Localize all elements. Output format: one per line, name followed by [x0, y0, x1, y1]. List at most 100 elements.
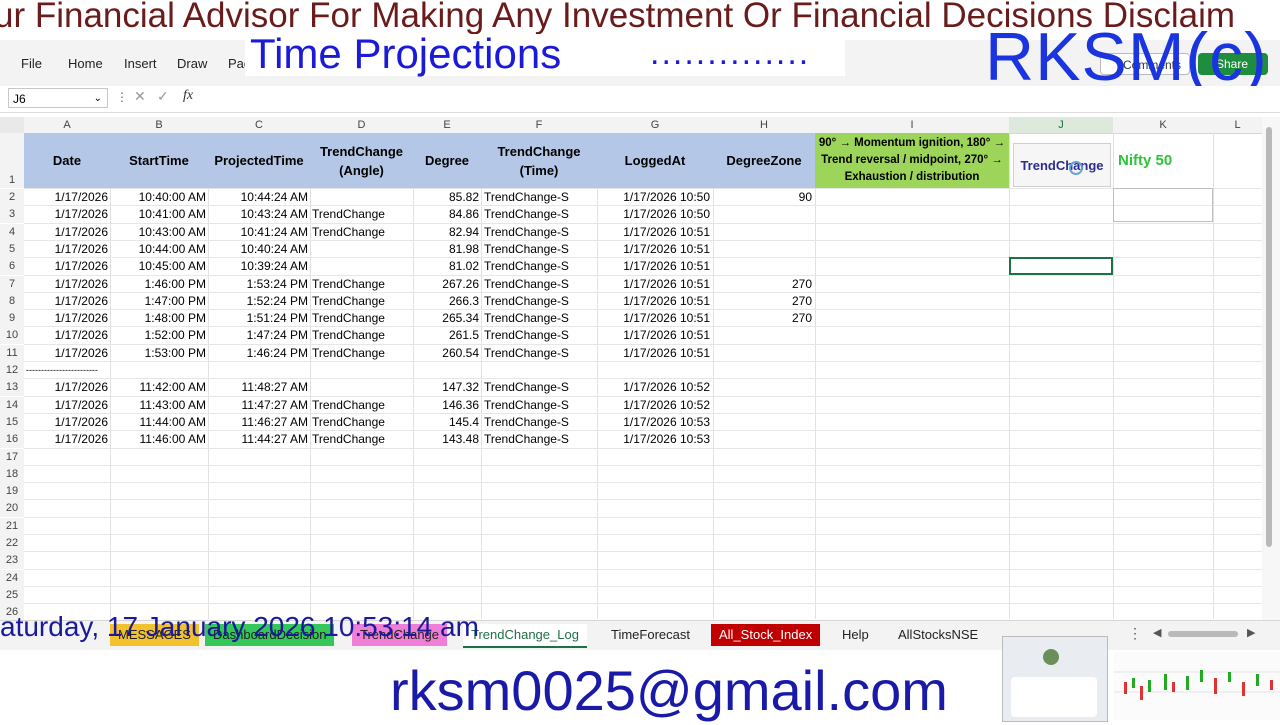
cell-starttime[interactable]: 10:45:00 AM: [110, 258, 208, 275]
cell-degreezone[interactable]: [713, 431, 815, 448]
sheet-tab[interactable]: Help: [834, 624, 877, 646]
menu-draw[interactable]: Draw: [177, 56, 207, 71]
cell-degree[interactable]: 266.3: [413, 293, 481, 310]
cell-starttime[interactable]: 1:46:00 PM: [110, 276, 208, 293]
more-tabs-icon[interactable]: ⋮: [1128, 625, 1142, 642]
col-header-a[interactable]: A: [24, 117, 110, 133]
scroll-left-icon[interactable]: ◀: [1153, 626, 1161, 639]
cell-angle[interactable]: TrendChange: [310, 206, 413, 223]
cell-date[interactable]: 1/17/2026: [24, 189, 110, 206]
col-header-b[interactable]: B: [110, 117, 208, 133]
menu-file[interactable]: File: [21, 56, 42, 71]
cell-date[interactable]: 1/17/2026: [24, 379, 110, 396]
cell-degree[interactable]: 145.4: [413, 414, 481, 431]
cell-angle[interactable]: TrendChange: [310, 293, 413, 310]
cell-trendtime[interactable]: TrendChange-S: [481, 276, 597, 293]
cell-trendtime[interactable]: TrendChange-S: [481, 310, 597, 327]
cell-degreezone[interactable]: [713, 327, 815, 344]
cell-loggedat[interactable]: 1/17/2026 10:51: [597, 310, 713, 327]
cell-loggedat[interactable]: 1/17/2026 10:52: [597, 397, 713, 414]
cell-angle[interactable]: TrendChange: [310, 224, 413, 241]
col-header-e[interactable]: E: [413, 117, 481, 133]
col-header-g[interactable]: G: [597, 117, 713, 133]
cell-degree[interactable]: 82.94: [413, 224, 481, 241]
cell-loggedat[interactable]: 1/17/2026 10:51: [597, 327, 713, 344]
cell-loggedat[interactable]: [597, 362, 713, 379]
cell-trendtime[interactable]: TrendChange-S: [481, 224, 597, 241]
cell-projectedtime[interactable]: 1:47:24 PM: [208, 327, 310, 344]
header-starttime[interactable]: StartTime: [110, 133, 208, 188]
row-header[interactable]: 11: [0, 344, 24, 362]
row-header[interactable]: 25: [0, 586, 24, 604]
row-header[interactable]: 7: [0, 275, 24, 293]
cell-trendtime[interactable]: TrendChange-S: [481, 431, 597, 448]
cell-projectedtime[interactable]: 11:44:27 AM: [208, 431, 310, 448]
cell-degree[interactable]: 85.82: [413, 189, 481, 206]
menu-home[interactable]: Home: [68, 56, 103, 71]
cell-date[interactable]: 1/17/2026: [24, 327, 110, 344]
cell-trendtime[interactable]: TrendChange-S: [481, 258, 597, 275]
cell-starttime[interactable]: 11:46:00 AM: [110, 431, 208, 448]
cell-degree[interactable]: 146.36: [413, 397, 481, 414]
cell-loggedat[interactable]: 1/17/2026 10:53: [597, 414, 713, 431]
cell-degree[interactable]: 84.86: [413, 206, 481, 223]
cell-date[interactable]: 1/17/2026: [24, 224, 110, 241]
col-header-k[interactable]: K: [1113, 117, 1213, 133]
row-header[interactable]: 2: [0, 189, 24, 206]
cell-angle[interactable]: TrendChange: [310, 345, 413, 362]
row-header[interactable]: 16: [0, 431, 24, 449]
k-input-box[interactable]: [1113, 188, 1213, 222]
cell-degreezone[interactable]: [713, 345, 815, 362]
col-header-i[interactable]: I: [815, 117, 1009, 133]
cell-trendtime[interactable]: TrendChange-S: [481, 241, 597, 258]
select-all-button[interactable]: [0, 117, 24, 133]
degree-note[interactable]: 90° → Momentum ignition, 180° → Trend re…: [815, 133, 1009, 188]
cell-date[interactable]: ------------------------: [24, 362, 110, 379]
cell-angle[interactable]: [310, 241, 413, 258]
cell-projectedtime[interactable]: [208, 362, 310, 379]
cell-projectedtime[interactable]: 1:46:24 PM: [208, 345, 310, 362]
cell-angle[interactable]: TrendChange: [310, 431, 413, 448]
cell-starttime[interactable]: 10:44:00 AM: [110, 241, 208, 258]
col-header-c[interactable]: C: [208, 117, 310, 133]
col-header-d[interactable]: D: [310, 117, 413, 133]
cell-degree[interactable]: 260.54: [413, 345, 481, 362]
cell-projectedtime[interactable]: 10:40:24 AM: [208, 241, 310, 258]
cell-trendtime[interactable]: TrendChange-S: [481, 327, 597, 344]
sheet-tab[interactable]: TimeForecast: [603, 624, 698, 646]
cell-degreezone[interactable]: 270: [713, 276, 815, 293]
sheet-tab[interactable]: AllStocksNSE: [890, 624, 986, 646]
cell-starttime[interactable]: 1:53:00 PM: [110, 345, 208, 362]
cell-degreezone[interactable]: [713, 362, 815, 379]
cell-projectedtime[interactable]: 11:47:27 AM: [208, 397, 310, 414]
cell-degree[interactable]: 265.34: [413, 310, 481, 327]
cell-starttime[interactable]: 11:43:00 AM: [110, 397, 208, 414]
cell-projectedtime[interactable]: 1:53:24 PM: [208, 276, 310, 293]
cell-degree[interactable]: 267.26: [413, 276, 481, 293]
trendchange-button[interactable]: TrendChange: [1013, 143, 1111, 187]
header-date[interactable]: Date: [24, 133, 110, 188]
cell-degreezone[interactable]: [713, 206, 815, 223]
cell-degreezone[interactable]: [713, 241, 815, 258]
cancel-icon[interactable]: ✕: [134, 88, 146, 105]
cell-date[interactable]: 1/17/2026: [24, 310, 110, 327]
row-header[interactable]: 21: [0, 517, 24, 535]
col-header-j[interactable]: J: [1009, 117, 1113, 133]
vertical-scrollbar[interactable]: [1262, 117, 1280, 620]
row-header[interactable]: 18: [0, 465, 24, 483]
cell-degree[interactable]: 81.02: [413, 258, 481, 275]
cell-projectedtime[interactable]: 1:52:24 PM: [208, 293, 310, 310]
header-degree[interactable]: Degree: [413, 133, 481, 188]
cell-degreezone[interactable]: 90: [713, 189, 815, 206]
cell-degreezone[interactable]: 270: [713, 293, 815, 310]
cell-projectedtime[interactable]: 11:48:27 AM: [208, 379, 310, 396]
cell-angle[interactable]: TrendChange: [310, 276, 413, 293]
cell-loggedat[interactable]: 1/17/2026 10:51: [597, 224, 713, 241]
cell-degree[interactable]: 81.98: [413, 241, 481, 258]
menu-insert[interactable]: Insert: [124, 56, 157, 71]
cell-degree[interactable]: [413, 362, 481, 379]
cell-projectedtime[interactable]: 10:43:24 AM: [208, 206, 310, 223]
header-loggedat[interactable]: LoggedAt: [597, 133, 713, 188]
cell-angle[interactable]: [310, 189, 413, 206]
cell-degreezone[interactable]: [713, 224, 815, 241]
